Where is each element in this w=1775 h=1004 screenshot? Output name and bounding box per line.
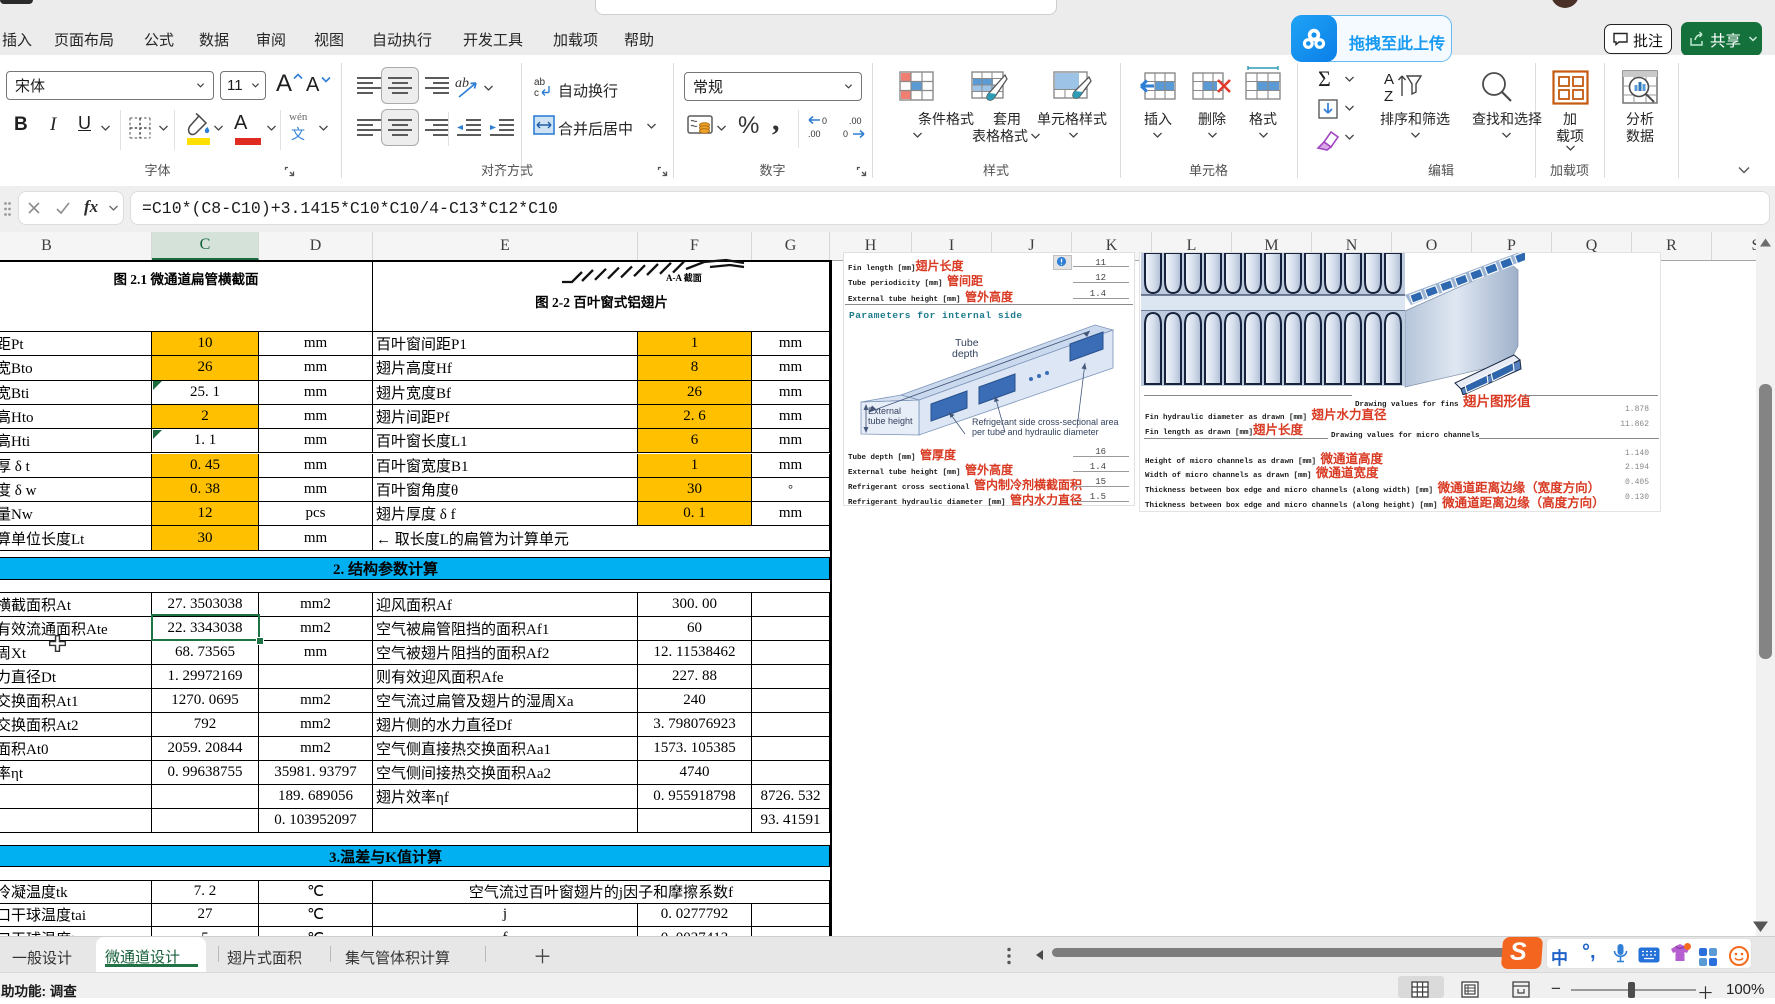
svg-text:A: A bbox=[1384, 71, 1394, 88]
svg-text:c: c bbox=[534, 88, 539, 98]
svg-text:.00: .00 bbox=[849, 116, 862, 126]
svg-text:depth: depth bbox=[952, 348, 978, 360]
svg-text:0: 0 bbox=[822, 116, 827, 126]
svg-text:0: 0 bbox=[843, 129, 848, 139]
svg-text:Z: Z bbox=[1384, 88, 1393, 104]
svg-text:.00: .00 bbox=[808, 129, 821, 139]
svg-text:ab: ab bbox=[534, 77, 546, 88]
